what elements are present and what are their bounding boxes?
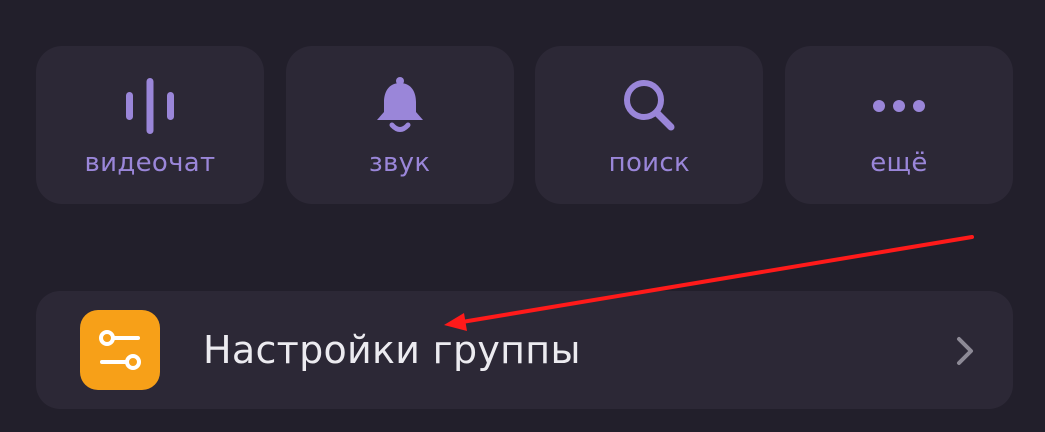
audio-wave-icon (118, 74, 182, 138)
more-label: ещё (870, 148, 928, 178)
group-settings-row[interactable]: Настройки группы (36, 291, 1013, 409)
sound-button[interactable]: звук (285, 46, 514, 204)
group-settings-label: Настройки группы (203, 328, 581, 372)
more-button[interactable]: ещё (784, 46, 1013, 204)
sliders-icon (80, 310, 160, 390)
chevron-right-icon (953, 335, 977, 367)
videochat-label: видеочат (84, 148, 216, 178)
search-icon (617, 74, 681, 138)
more-dots-icon (867, 74, 931, 138)
search-button[interactable]: поиск (535, 46, 764, 204)
bell-icon (368, 74, 432, 138)
search-label: поиск (608, 148, 690, 178)
quick-actions-row: видеочат звук поиск ещё (36, 46, 1013, 204)
sound-label: звук (368, 148, 431, 178)
videochat-button[interactable]: видеочат (36, 46, 264, 204)
